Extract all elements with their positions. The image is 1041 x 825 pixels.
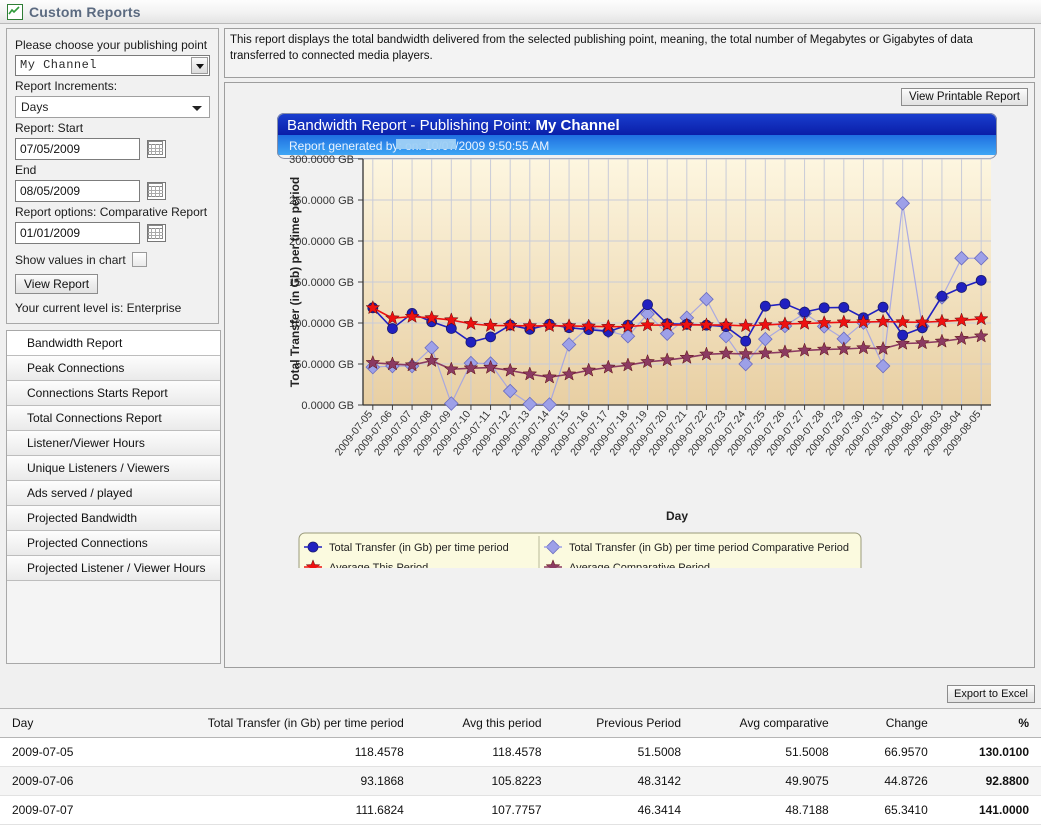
- report-increments-label: Report Increments:: [15, 79, 210, 93]
- report-item-unique-listeners-viewers[interactable]: Unique Listeners / Viewers: [7, 456, 220, 481]
- report-list-filler: [7, 581, 220, 663]
- current-level-text: Your current level is: Enterprise: [15, 301, 210, 315]
- calendar-icon[interactable]: [147, 224, 166, 242]
- comparative-report-row: [15, 222, 210, 244]
- svg-text:Total Transfer (in Gb) per tim: Total Transfer (in Gb) per time period C…: [569, 542, 849, 554]
- report-item-connections-starts-report[interactable]: Connections Starts Report: [7, 381, 220, 406]
- col-previous-period: Previous Period: [554, 709, 693, 738]
- svg-text:Day: Day: [666, 509, 688, 523]
- cell-previous-period: 51.5008: [554, 738, 693, 767]
- cell-avg-this-period: 105.8223: [416, 767, 554, 796]
- col-avg-this-period: Avg this period: [416, 709, 554, 738]
- report-end-row: [15, 180, 210, 202]
- report-description: This report displays the total bandwidth…: [224, 28, 1035, 78]
- report-item-bandwidth-report[interactable]: Bandwidth Report: [7, 331, 220, 356]
- cell-avg-comparative: 48.7188: [693, 796, 841, 825]
- cell-day: 2009-07-07: [0, 796, 166, 825]
- svg-text:300.0000 GB: 300.0000 GB: [289, 154, 354, 166]
- cell-day: 2009-07-06: [0, 767, 166, 796]
- cell-avg-comparative: 51.5008: [693, 738, 841, 767]
- svg-text:Total Transfer (in Gb) per tim: Total Transfer (in Gb) per time period: [329, 542, 509, 554]
- publishing-point-label: Please choose your publishing point: [15, 38, 210, 52]
- report-type-list: Bandwidth Report Peak Connections Connec…: [6, 330, 221, 664]
- svg-text:50.0000 GB: 50.0000 GB: [295, 359, 354, 371]
- show-values-row: Show values in chart: [15, 252, 210, 267]
- col-avg-comparative: Avg comparative: [693, 709, 841, 738]
- table-row[interactable]: 2009-07-05 118.4578 118.4578 51.5008 51.…: [0, 738, 1041, 767]
- publishing-point-value: My Channel: [20, 58, 97, 72]
- cell-previous-period: 48.3142: [554, 767, 693, 796]
- report-increments-value: Days: [21, 100, 48, 114]
- data-table-section: Export to Excel Day Total Transfer (in G…: [0, 679, 1041, 807]
- main-content: This report displays the total bandwidth…: [222, 24, 1041, 679]
- cell-percent: 130.0100: [940, 738, 1041, 767]
- page-title: Custom Reports: [29, 4, 141, 20]
- cell-change: 65.3410: [841, 796, 940, 825]
- cell-avg-comparative: 49.9075: [693, 767, 841, 796]
- col-percent: %: [940, 709, 1041, 738]
- table-header-row: Day Total Transfer (in Gb) per time peri…: [0, 709, 1041, 738]
- page-body: Please choose your publishing point My C…: [0, 24, 1041, 679]
- report-item-projected-connections[interactable]: Projected Connections: [7, 531, 220, 556]
- calendar-icon[interactable]: [147, 140, 166, 158]
- report-data-table: Day Total Transfer (in Gb) per time peri…: [0, 708, 1041, 825]
- view-report-button[interactable]: View Report: [15, 274, 98, 294]
- show-values-checkbox[interactable]: [132, 252, 147, 267]
- sidebar: Please choose your publishing point My C…: [0, 24, 222, 679]
- show-values-label: Show values in chart: [15, 253, 126, 267]
- col-change: Change: [841, 709, 940, 738]
- chart-svg: Bandwidth Report - Publishing Point: My …: [277, 113, 997, 568]
- calendar-icon[interactable]: [147, 182, 166, 200]
- report-item-listener-viewer-hours[interactable]: Listener/Viewer Hours: [7, 431, 220, 456]
- report-item-total-connections-report[interactable]: Total Connections Report: [7, 406, 220, 431]
- cell-change: 66.9570: [841, 738, 940, 767]
- view-printable-report-button[interactable]: View Printable Report: [901, 88, 1028, 106]
- cell-percent: 141.0000: [940, 796, 1041, 825]
- cell-change: 44.8726: [841, 767, 940, 796]
- cell-avg-this-period: 107.7757: [416, 796, 554, 825]
- table-row[interactable]: 2009-07-07 111.6824 107.7757 46.3414 48.…: [0, 796, 1041, 825]
- report-item-ads-served-played[interactable]: Ads served / played: [7, 481, 220, 506]
- svg-text:Average This Period: Average This Period: [329, 562, 428, 568]
- window-titlebar: Custom Reports: [0, 0, 1041, 24]
- cell-previous-period: 46.3414: [554, 796, 693, 825]
- svg-text:0.0000 GB: 0.0000 GB: [301, 400, 354, 412]
- chart-line-icon: [7, 4, 23, 20]
- svg-text:Bandwidth Report - Publishing: Bandwidth Report - Publishing Point: My …: [287, 117, 620, 134]
- report-start-row: [15, 138, 210, 160]
- report-start-label: Report: Start: [15, 121, 210, 135]
- cell-avg-this-period: 118.4578: [416, 738, 554, 767]
- col-total-transfer: Total Transfer (in Gb) per time period: [166, 709, 416, 738]
- report-options-panel: Please choose your publishing point My C…: [6, 28, 219, 324]
- comparative-report-label: Report options: Comparative Report: [15, 205, 210, 219]
- chevron-down-icon[interactable]: [191, 57, 208, 74]
- cell-total-transfer: 93.1868: [166, 767, 416, 796]
- report-item-projected-listener-viewer-hours[interactable]: Projected Listener / Viewer Hours: [7, 556, 220, 581]
- export-to-excel-button[interactable]: Export to Excel: [947, 685, 1035, 703]
- comparative-date-input[interactable]: [15, 222, 140, 244]
- cell-total-transfer: 111.6824: [166, 796, 416, 825]
- svg-text:Total Transfer (in Gb) per tim: Total Transfer (in Gb) per time period: [288, 177, 302, 387]
- report-end-input[interactable]: [15, 180, 140, 202]
- cell-percent: 92.8800: [940, 767, 1041, 796]
- col-day: Day: [0, 709, 166, 738]
- report-item-projected-bandwidth[interactable]: Projected Bandwidth: [7, 506, 220, 531]
- cell-day: 2009-07-05: [0, 738, 166, 767]
- print-button-wrap: View Printable Report: [901, 88, 1028, 106]
- svg-text:Average Comparative Period: Average Comparative Period: [569, 562, 710, 568]
- chart-panel: View Printable Report Bandwidth Report -…: [224, 82, 1035, 668]
- cell-total-transfer: 118.4578: [166, 738, 416, 767]
- table-row[interactable]: 2009-07-06 93.1868 105.8223 48.3142 49.9…: [0, 767, 1041, 796]
- bandwidth-chart[interactable]: Bandwidth Report - Publishing Point: My …: [277, 113, 997, 568]
- report-start-input[interactable]: [15, 138, 140, 160]
- report-end-label: End: [15, 163, 210, 177]
- export-button-wrap: Export to Excel: [947, 685, 1035, 703]
- report-increments-select[interactable]: Days: [15, 96, 210, 118]
- report-item-peak-connections[interactable]: Peak Connections: [7, 356, 220, 381]
- publishing-point-select[interactable]: My Channel: [15, 55, 210, 76]
